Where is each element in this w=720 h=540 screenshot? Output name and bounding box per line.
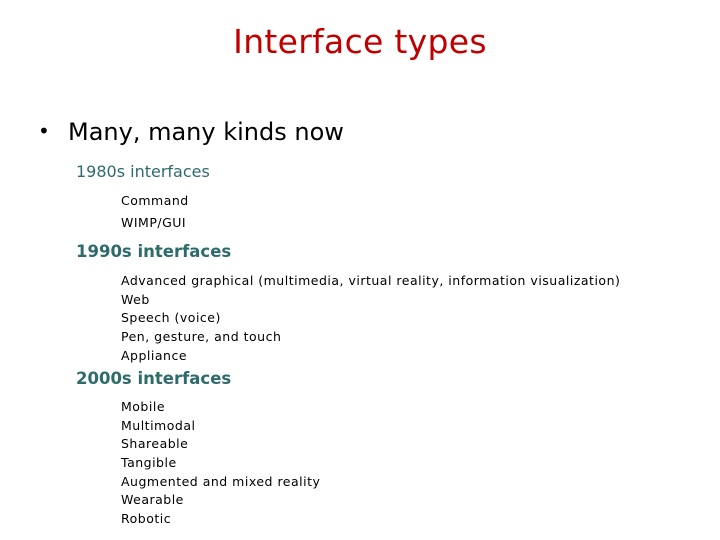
list-item: Command	[121, 193, 189, 208]
list-item: Robotic	[121, 511, 172, 527]
list-item: Web	[121, 291, 150, 307]
list-item: Pen, gesture, and touch	[121, 329, 282, 345]
section-list-2000s: Mobile Multimodal Shareable Tangible Aug…	[121, 398, 320, 529]
section-list-1980s: Command WIMP/GUI	[121, 190, 189, 234]
list-item: Wearable	[121, 492, 184, 508]
slide-title: Interface types	[233, 22, 487, 61]
bullet-icon: •	[38, 119, 50, 143]
section-heading-1990s: 1990s interfaces	[76, 242, 232, 261]
list-item: Multimodal	[121, 417, 196, 433]
section-heading-1980s: 1980s interfaces	[76, 162, 210, 181]
section-heading-2000s: 2000s interfaces	[76, 369, 232, 388]
list-item: Appliance	[121, 347, 188, 363]
list-item: Mobile	[121, 399, 166, 414]
main-bullet-text: Many, many kinds now	[68, 118, 344, 146]
list-item: WIMP/GUI	[121, 215, 187, 230]
list-item: Advanced graphical (multimedia, virtual …	[121, 273, 621, 288]
list-item: Speech (voice)	[121, 310, 221, 326]
main-bullet: • Many, many kinds now	[38, 118, 344, 146]
list-item: Shareable	[121, 436, 189, 452]
list-item: Tangible	[121, 455, 177, 471]
list-item: Augmented and mixed reality	[121, 473, 321, 489]
section-list-1990s: Advanced graphical (multimedia, virtual …	[121, 272, 620, 365]
